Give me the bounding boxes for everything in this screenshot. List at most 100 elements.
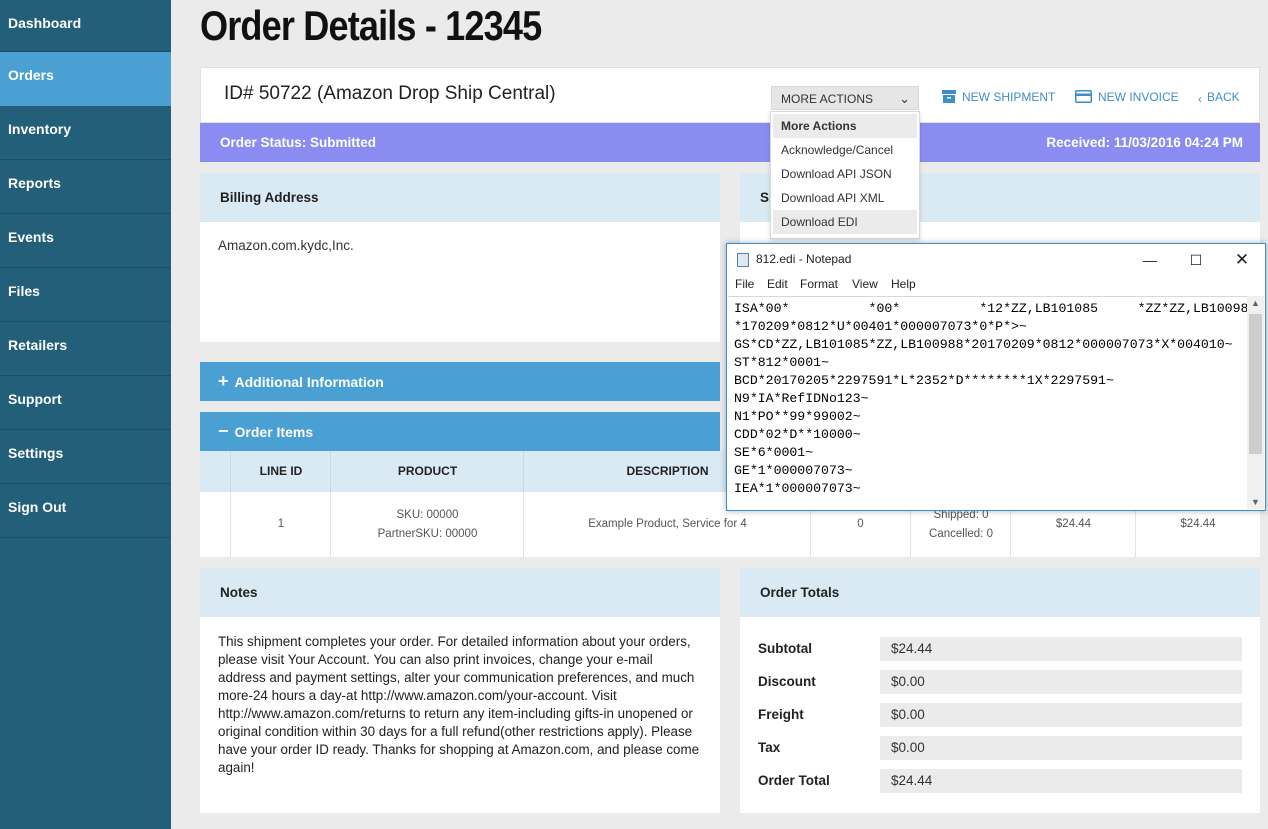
- edi-line: IEA*1*000007073~: [734, 481, 861, 496]
- sidebar: Dashboard Orders Inventory Reports Event…: [0, 0, 171, 829]
- menu-format[interactable]: Format: [800, 277, 838, 291]
- credit-card-icon: [1075, 90, 1092, 106]
- menu-item-download-edi[interactable]: Download EDI: [773, 210, 917, 234]
- sidebar-item-retailers[interactable]: Retailers: [0, 322, 171, 376]
- additional-information-label: Additional Information: [234, 374, 384, 390]
- more-actions-menu: More Actions Acknowledge/Cancel Download…: [770, 111, 920, 239]
- sidebar-item-settings[interactable]: Settings: [0, 430, 171, 484]
- minimize-icon[interactable]: —: [1127, 248, 1173, 272]
- edi-line: N1*PO**99*99002~: [734, 409, 861, 424]
- discount-label: Discount: [758, 674, 816, 689]
- archive-box-icon: [942, 90, 956, 106]
- edi-content: ISA*00* *00* *12*ZZ,LB101085 *ZZ*ZZ,LB10…: [728, 297, 1257, 498]
- more-actions-label: MORE ACTIONS: [781, 92, 874, 106]
- tax-label: Tax: [758, 740, 781, 755]
- subtotal-value: $24.44: [880, 637, 1242, 661]
- menu-file[interactable]: File: [735, 277, 754, 291]
- totals-row-subtotal: Subtotal $24.44: [740, 637, 1260, 661]
- billing-address-text: Amazon.com.kydc,Inc.: [218, 238, 354, 253]
- totals-row-freight: Freight $0.00: [740, 703, 1260, 727]
- edi-line: *170209*0812*U*00401*000007073*0*P*>~: [734, 319, 1027, 334]
- edi-line: ISA*00* *00* *12*ZZ,LB101085 *ZZ*ZZ,LB10…: [734, 301, 1257, 316]
- order-totals-heading: Order Totals: [740, 568, 1260, 617]
- notepad-title: 812.edi - Notepad: [756, 252, 852, 266]
- notepad-title-bar[interactable]: 812.edi - Notepad — ☐ ✕: [727, 244, 1265, 275]
- notes-text: This shipment completes your order. For …: [218, 634, 700, 775]
- sidebar-item-reports[interactable]: Reports: [0, 160, 171, 214]
- scroll-up-icon[interactable]: ▲: [1247, 298, 1264, 308]
- order-total-value: $24.44: [880, 769, 1242, 793]
- notepad-window: 812.edi - Notepad — ☐ ✕ File Edit Format…: [726, 243, 1266, 511]
- product-sku: SKU: 00000: [396, 508, 459, 521]
- additional-information-toggle[interactable]: + Additional Information: [200, 362, 720, 401]
- subtotal-label: Subtotal: [758, 641, 812, 656]
- menu-view[interactable]: View: [852, 277, 878, 291]
- order-items-toggle[interactable]: − Order Items: [200, 412, 720, 451]
- product-partner-sku: PartnerSKU: 00000: [377, 527, 478, 540]
- cancelled-count: Cancelled: 0: [929, 527, 993, 540]
- totals-row-order-total: Order Total $24.44: [740, 769, 1260, 793]
- edi-line: SE*6*0001~: [734, 445, 814, 460]
- new-shipment-button[interactable]: NEW SHIPMENT: [942, 90, 1055, 106]
- menu-item-more-actions[interactable]: More Actions: [773, 114, 917, 138]
- column-header-product: PRODUCT: [330, 451, 524, 492]
- chevron-left-icon: ‹: [1198, 92, 1202, 106]
- maximize-icon[interactable]: ☐: [1173, 248, 1219, 272]
- edi-line: BCD*20170205*2297591*L*2352*D********1X*…: [734, 373, 1114, 388]
- totals-row-discount: Discount $0.00: [740, 670, 1260, 694]
- order-id: ID# 50722 (Amazon Drop Ship Central): [224, 83, 556, 104]
- freight-value: $0.00: [880, 703, 1242, 727]
- sidebar-item-support[interactable]: Support: [0, 376, 171, 430]
- edi-line: ST*812*0001~: [734, 355, 829, 370]
- billing-address-card: Billing Address Amazon.com.kydc,Inc.: [200, 173, 720, 342]
- scroll-down-icon[interactable]: ▼: [1247, 497, 1264, 507]
- back-label: BACK: [1207, 90, 1240, 104]
- order-header: ID# 50722 (Amazon Drop Ship Central) MOR…: [200, 67, 1260, 123]
- new-shipment-label: NEW SHIPMENT: [962, 90, 1056, 104]
- order-items-label: Order Items: [234, 424, 314, 440]
- sidebar-item-events[interactable]: Events: [0, 214, 171, 268]
- back-button[interactable]: ‹ BACK: [1198, 90, 1240, 106]
- totals-row-tax: Tax $0.00: [740, 736, 1260, 760]
- column-header-line-id: LINE ID: [230, 451, 331, 492]
- order-status-bar: Order Status: Submitted Received: 11/03/…: [200, 123, 1260, 162]
- new-invoice-button[interactable]: NEW INVOICE: [1075, 90, 1179, 106]
- chevron-down-icon: ⌄: [899, 91, 910, 106]
- notepad-menu-bar: File Edit Format View Help: [727, 275, 1265, 295]
- edi-line: GE*1*000007073~: [734, 463, 853, 478]
- received-date: Received: 11/03/2016 04:24 PM: [1046, 135, 1243, 150]
- freight-label: Freight: [758, 707, 804, 722]
- page-title: Order Details - 12345: [200, 2, 542, 49]
- minus-icon: −: [218, 421, 229, 441]
- notepad-text-area[interactable]: ISA*00* *00* *12*ZZ,LB101085 *ZZ*ZZ,LB10…: [728, 296, 1257, 509]
- new-invoice-label: NEW INVOICE: [1098, 90, 1179, 104]
- close-icon[interactable]: ✕: [1219, 248, 1265, 272]
- sidebar-item-inventory[interactable]: Inventory: [0, 106, 171, 160]
- sidebar-item-dashboard[interactable]: Dashboard: [0, 0, 171, 52]
- notes-card: Notes This shipment completes your order…: [200, 568, 720, 813]
- discount-value: $0.00: [880, 670, 1242, 694]
- more-actions-dropdown[interactable]: MORE ACTIONS ⌄: [771, 86, 919, 110]
- menu-item-acknowledge-cancel[interactable]: Acknowledge/Cancel: [773, 138, 917, 162]
- edi-line: CDD*02*D**10000~: [734, 427, 861, 442]
- order-totals-card: Order Totals Subtotal $24.44 Discount $0…: [740, 568, 1260, 813]
- sidebar-item-orders[interactable]: Orders: [0, 52, 171, 106]
- tax-value: $0.00: [880, 736, 1242, 760]
- scrollbar-thumb[interactable]: [1249, 314, 1262, 454]
- order-status: Order Status: Submitted: [220, 135, 377, 150]
- menu-item-download-api-json[interactable]: Download API JSON: [773, 162, 917, 186]
- cell-product: SKU: 00000 PartnerSKU: 00000: [330, 492, 524, 557]
- order-total-label: Order Total: [758, 773, 830, 788]
- sidebar-item-sign-out[interactable]: Sign Out: [0, 484, 171, 538]
- notepad-scrollbar[interactable]: ▲ ▼: [1247, 296, 1264, 509]
- edi-line: N9*IA*RefIDNo123~: [734, 391, 869, 406]
- sidebar-item-files[interactable]: Files: [0, 268, 171, 322]
- notes-heading: Notes: [200, 568, 720, 617]
- edi-line: GS*CD*ZZ,LB101085*ZZ,LB100988*20170209*0…: [734, 337, 1233, 352]
- menu-item-download-api-xml[interactable]: Download API XML: [773, 186, 917, 210]
- menu-help[interactable]: Help: [891, 277, 916, 291]
- plus-icon: +: [218, 371, 229, 391]
- menu-edit[interactable]: Edit: [767, 277, 788, 291]
- billing-address-heading: Billing Address: [200, 173, 720, 222]
- notepad-icon: [737, 253, 749, 267]
